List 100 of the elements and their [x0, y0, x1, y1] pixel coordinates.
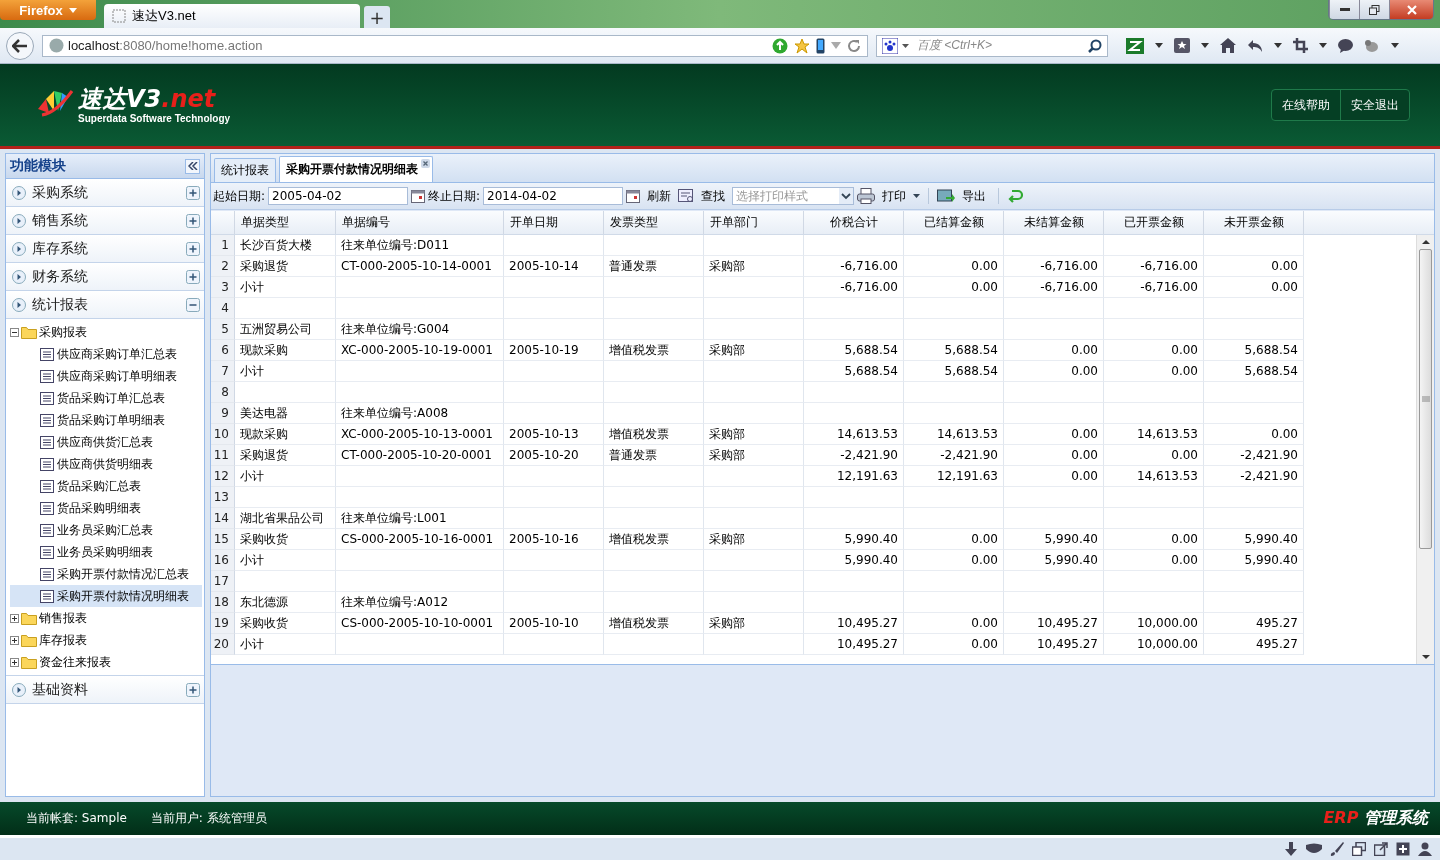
report-icon — [40, 501, 54, 515]
print-style-dropdown[interactable]: 选择打印样式 — [732, 187, 855, 205]
minimize-button[interactable] — [1329, 0, 1359, 19]
collapse-button[interactable] — [185, 158, 200, 174]
header-button[interactable]: 安全退出 — [1340, 90, 1409, 120]
tree-item[interactable]: 供应商采购订单明细表 — [10, 365, 202, 387]
tree-item[interactable]: 采购开票付款情况汇总表 — [10, 563, 202, 585]
export-button[interactable]: 导出 — [962, 187, 987, 205]
restore-button[interactable] — [1359, 0, 1389, 19]
bookmark-icon[interactable] — [1174, 38, 1190, 53]
windows-icon[interactable] — [1352, 842, 1366, 856]
printer-icon[interactable] — [857, 188, 876, 204]
share-icon[interactable] — [1374, 842, 1388, 856]
caret-icon[interactable] — [1201, 43, 1209, 48]
column-header[interactable]: 已结算金额 — [904, 211, 1004, 234]
column-header[interactable]: 已开票金额 — [1104, 211, 1204, 234]
search-icon[interactable] — [1088, 38, 1102, 53]
close-button[interactable] — [1389, 0, 1433, 19]
table-cell: 0.00 — [1104, 550, 1204, 571]
table-cell: 5,990.40 — [1204, 529, 1304, 550]
tree-folder[interactable]: 库存报表 — [10, 629, 204, 651]
back-button[interactable] — [6, 31, 34, 60]
header-button[interactable]: 在线帮助 — [1272, 90, 1340, 120]
reload-icon[interactable] — [847, 38, 861, 53]
restore-icon — [1369, 4, 1380, 15]
chat-icon[interactable] — [1338, 38, 1353, 53]
column-header[interactable]: 单据类型 — [235, 211, 336, 234]
column-header[interactable]: 发票类型 — [604, 211, 704, 234]
table-cell: XC-000-2005-10-19-0001 — [336, 340, 504, 361]
undo-icon[interactable] — [1247, 38, 1263, 53]
caret-icon[interactable] — [839, 188, 854, 204]
expand-icon[interactable] — [10, 635, 19, 645]
tab[interactable]: 采购开票付款情况明细表 — [279, 156, 433, 182]
back-icon — [12, 38, 28, 53]
caret-icon[interactable] — [1391, 43, 1399, 48]
phone-icon[interactable] — [816, 37, 825, 54]
search-field[interactable]: 百度 <Ctrl+K> — [876, 34, 1108, 57]
column-header[interactable]: 开单日期 — [504, 211, 604, 234]
new-tab-button[interactable]: + — [364, 6, 390, 28]
row-number: 10 — [211, 424, 235, 445]
tree-item[interactable]: 货品采购汇总表 — [10, 475, 202, 497]
column-header[interactable]: 开单部门 — [704, 211, 804, 234]
report-icon — [40, 369, 54, 383]
close-icon[interactable] — [421, 159, 430, 168]
tree-item[interactable]: 采购开票付款情况明细表 — [10, 585, 202, 607]
export-icon[interactable] — [937, 188, 956, 204]
print-button[interactable]: 打印 — [882, 187, 907, 205]
return-icon[interactable] — [1007, 189, 1024, 203]
add-icon[interactable] — [1396, 842, 1410, 856]
caret-icon[interactable] — [902, 43, 909, 48]
tree-item[interactable]: 货品采购明细表 — [10, 497, 202, 519]
tree-item[interactable]: 供应商供货明细表 — [10, 453, 202, 475]
tree-item[interactable]: 货品采购订单汇总表 — [10, 387, 202, 409]
calendar-icon[interactable] — [411, 189, 426, 203]
table-cell: -6,716.00 — [804, 277, 904, 298]
caret-icon[interactable] — [1274, 43, 1282, 48]
browser-tab[interactable]: 速达V3.net — [104, 4, 360, 28]
column-header[interactable]: 未结算金额 — [1004, 211, 1104, 234]
mask-icon[interactable] — [1306, 843, 1322, 855]
find-icon[interactable] — [678, 189, 695, 203]
tree-item[interactable]: 业务员采购明细表 — [10, 541, 202, 563]
collapse-icon[interactable] — [10, 327, 19, 337]
address-bar[interactable]: localhost:8080/home!home.action — [42, 34, 868, 57]
column-header[interactable]: 未开票金额 — [1204, 211, 1304, 234]
tree-item[interactable]: 供应商采购订单汇总表 — [10, 343, 202, 365]
download-icon[interactable] — [1284, 842, 1298, 856]
row-number: 17 — [211, 571, 235, 592]
addon-icon[interactable] — [1126, 37, 1144, 54]
column-header[interactable]: 单据编号 — [336, 211, 504, 234]
folder-icon — [21, 633, 37, 647]
table-cell: 0.00 — [1204, 424, 1304, 445]
table-cell: 10,495.27 — [1004, 634, 1104, 655]
tree-folder[interactable]: 采购报表 — [10, 321, 204, 343]
caret-icon[interactable] — [913, 194, 921, 198]
table-cell: CT-000-2005-10-14-0001 — [336, 256, 504, 277]
tree-folder[interactable]: 销售报表 — [10, 607, 204, 629]
table-cell: 495.27 — [1204, 613, 1304, 634]
date-field[interactable]: 2005-04-02 — [268, 187, 409, 205]
expand-icon[interactable] — [10, 613, 19, 623]
tree-item[interactable]: 供应商供货汇总表 — [10, 431, 202, 453]
home-icon[interactable] — [1220, 38, 1236, 53]
tree-item[interactable]: 业务员采购汇总表 — [10, 519, 202, 541]
date-field[interactable]: 2014-04-02 — [483, 187, 624, 205]
expand-icon[interactable] — [10, 657, 19, 667]
tab[interactable]: 统计报表 — [214, 158, 276, 182]
star-icon[interactable] — [794, 37, 810, 54]
scrollbar[interactable] — [1416, 235, 1434, 664]
tree-item[interactable]: 货品采购订单明细表 — [10, 409, 202, 431]
caret-icon[interactable] — [1155, 43, 1163, 48]
tree-folder[interactable]: 资金往来报表 — [10, 651, 204, 673]
caret-icon[interactable] — [1319, 43, 1327, 48]
refresh-button[interactable]: 刷新 — [647, 187, 672, 205]
find-button[interactable]: 查找 — [701, 187, 726, 205]
scroll-thumb[interactable] — [1419, 249, 1432, 549]
crop-icon[interactable] — [1293, 38, 1308, 53]
go-icon[interactable] — [772, 37, 788, 54]
column-header[interactable]: 价税合计 — [804, 211, 904, 234]
user-icon[interactable] — [1418, 842, 1432, 856]
brush-icon[interactable] — [1330, 842, 1344, 856]
calendar-icon[interactable] — [626, 189, 641, 203]
